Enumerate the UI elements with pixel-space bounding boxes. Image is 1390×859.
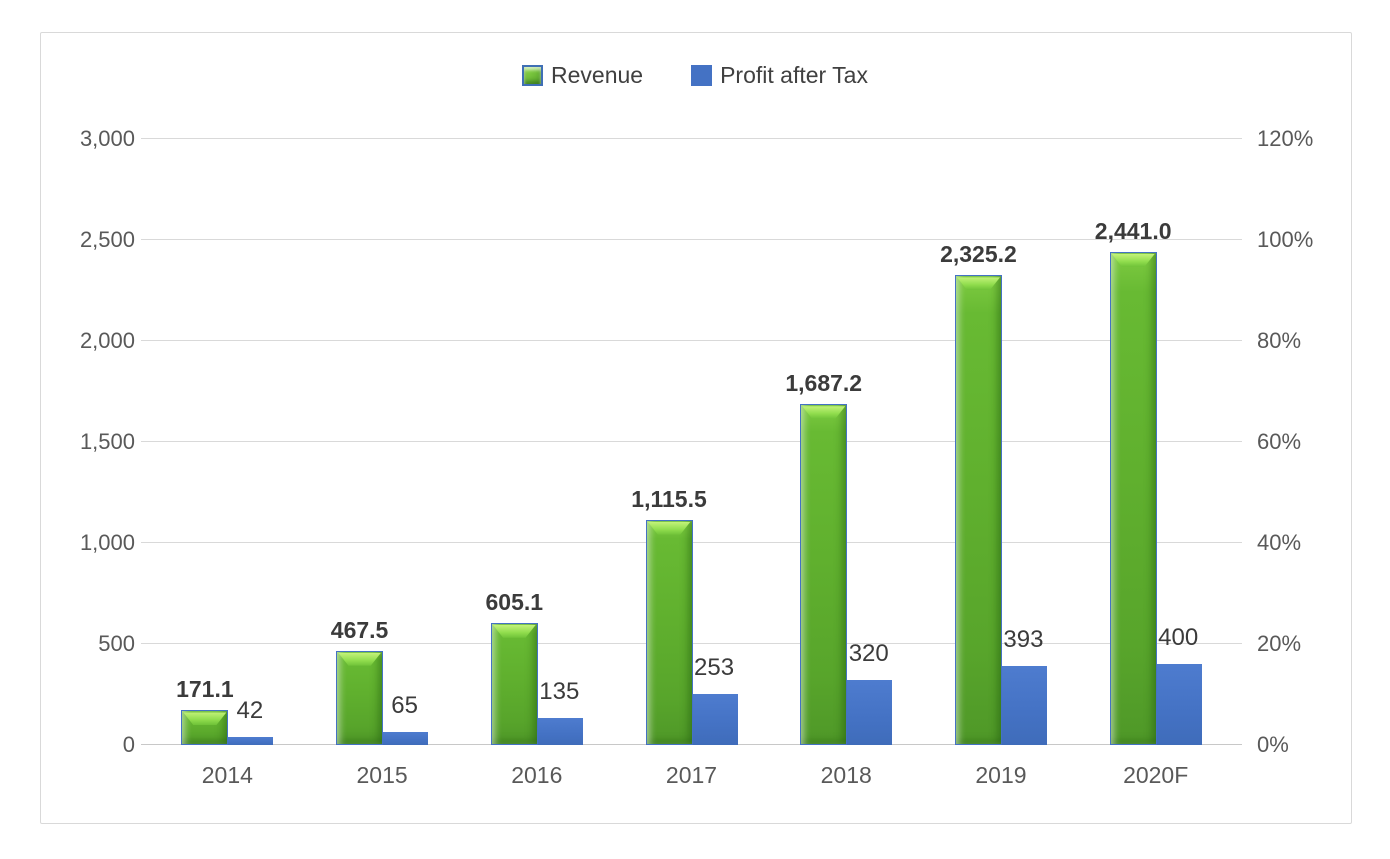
right-axis-tick: 0%: [1257, 732, 1352, 758]
category-group: 605.1135: [459, 139, 614, 745]
category-group: 2,325.2393: [924, 139, 1079, 745]
revenue-bar: 171.1: [181, 710, 228, 745]
profit-value-label: 65: [391, 692, 418, 720]
profit-value-label: 253: [694, 654, 734, 682]
left-axis-tick: 2,500: [40, 227, 135, 253]
profit-bar: 253: [691, 694, 738, 745]
left-axis-tick: 0: [40, 732, 135, 758]
right-axis-tick: 100%: [1257, 227, 1352, 253]
legend-label-profit: Profit after Tax: [720, 62, 868, 89]
left-axis-tick: 2,000: [40, 328, 135, 354]
category-label: 2014: [150, 762, 305, 789]
profit-bar: 400: [1155, 664, 1202, 745]
revenue-value-label: 467.5: [331, 617, 389, 644]
left-axis-tick: 3,000: [40, 126, 135, 152]
category-label: 2018: [769, 762, 924, 789]
legend-item-revenue: Revenue: [522, 62, 643, 89]
profit-value-label: 42: [237, 697, 264, 725]
chart-canvas: Revenue Profit after Tax 3,000 2,500 2,0…: [0, 0, 1390, 859]
profit-bar: 42: [226, 737, 273, 745]
category-group: 1,687.2320: [769, 139, 924, 745]
plot-area: 171.142467.565605.11351,115.52531,687.23…: [150, 139, 1233, 745]
profit-value-label: 135: [539, 678, 579, 706]
right-axis-tick: 40%: [1257, 530, 1352, 556]
profit-bar: 320: [845, 680, 892, 745]
revenue-bar: 1,115.5: [646, 520, 693, 745]
category-label: 2016: [459, 762, 614, 789]
profit-swatch-icon: [691, 65, 712, 86]
revenue-swatch-icon: [522, 65, 543, 86]
chart-legend: Revenue Profit after Tax: [0, 62, 1390, 89]
category-group: 467.565: [305, 139, 460, 745]
profit-bar: 393: [1000, 666, 1047, 745]
category-group: 171.142: [150, 139, 305, 745]
profit-value-label: 393: [1003, 626, 1043, 654]
revenue-bar: 1,687.2: [800, 404, 847, 745]
category-group: 1,115.5253: [614, 139, 769, 745]
left-axis-tick: 500: [40, 631, 135, 657]
right-axis-tick: 80%: [1257, 328, 1352, 354]
profit-bar: 65: [381, 732, 428, 745]
revenue-bar: 605.1: [491, 623, 538, 745]
right-percent-axis: 120% 100% 80% 60% 40% 20% 0%: [1257, 139, 1352, 745]
left-axis-tick: 1,000: [40, 530, 135, 556]
revenue-value-label: 2,325.2: [940, 241, 1017, 268]
profit-value-label: 320: [849, 640, 889, 668]
revenue-value-label: 1,115.5: [631, 486, 706, 513]
profit-bar: 135: [536, 718, 583, 745]
revenue-bar: 467.5: [336, 651, 383, 745]
right-axis-tick: 20%: [1257, 631, 1352, 657]
profit-value-label: 400: [1158, 624, 1198, 652]
legend-label-revenue: Revenue: [551, 62, 643, 89]
category-label: 2020F: [1078, 762, 1233, 789]
category-label: 2015: [305, 762, 460, 789]
left-axis-tick: 1,500: [40, 429, 135, 455]
right-axis-tick: 120%: [1257, 126, 1352, 152]
legend-item-profit: Profit after Tax: [691, 62, 868, 89]
right-axis-tick: 60%: [1257, 429, 1352, 455]
category-group: 2,441.0400: [1078, 139, 1233, 745]
category-axis: 2014 2015 2016 2017 2018 2019 2020F: [150, 762, 1233, 789]
revenue-value-label: 2,441.0: [1095, 218, 1172, 245]
revenue-value-label: 605.1: [486, 589, 544, 616]
revenue-bar: 2,441.0: [1110, 252, 1157, 745]
category-label: 2019: [924, 762, 1079, 789]
category-label: 2017: [614, 762, 769, 789]
revenue-bar: 2,325.2: [955, 275, 1002, 745]
left-value-axis: 3,000 2,500 2,000 1,500 1,000 500 0: [40, 139, 135, 745]
revenue-value-label: 171.1: [176, 676, 234, 703]
revenue-value-label: 1,687.2: [785, 370, 862, 397]
